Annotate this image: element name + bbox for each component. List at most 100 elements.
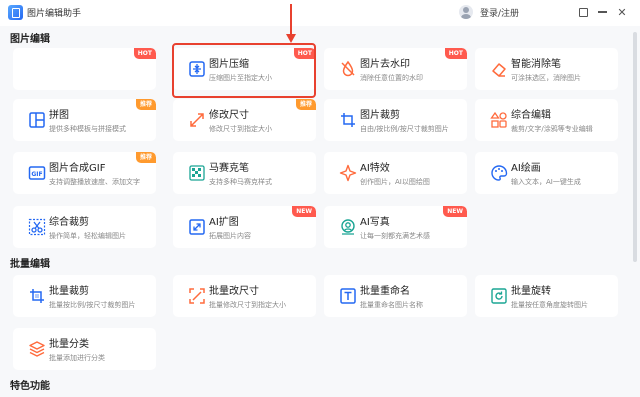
- card-blank[interactable]: HOT: [13, 48, 156, 90]
- login-link[interactable]: 登录/注册: [480, 6, 519, 19]
- scrollbar[interactable]: [633, 32, 637, 262]
- section-title-batch: 批量编辑: [10, 259, 50, 270]
- card-title: AI扩图: [209, 217, 239, 228]
- minimize-icon: [597, 11, 607, 13]
- card-batch-rename[interactable]: 批量重命名 批量重命名图片名称: [324, 275, 467, 317]
- card-title: 批量旋转: [511, 286, 551, 297]
- card-title: 综合裁剪: [49, 217, 89, 228]
- recommend-badge: 推荐: [135, 99, 156, 110]
- highlight-box: [172, 43, 316, 98]
- card-subtitle: 批量重命名图片名称: [360, 301, 423, 309]
- card-title: 马赛克笔: [209, 163, 249, 174]
- card-ai-expand[interactable]: AI扩图 拓展图片内容 NEW: [173, 206, 316, 248]
- shapes-icon: [489, 110, 509, 130]
- batch-resize-icon: [187, 286, 207, 306]
- card-subtitle: 裁剪/文字/涂鸦等专业编辑: [511, 125, 593, 133]
- hot-badge: HOT: [133, 48, 156, 59]
- card-subtitle: 创作图片，AI以图绘图: [360, 178, 430, 186]
- card-subtitle: 消除任意位置的水印: [360, 74, 423, 82]
- card-batch-resize[interactable]: 批量改尺寸 批量修改尺寸到指定大小: [173, 275, 316, 317]
- card-subtitle: 操作简单，轻松编辑图片: [49, 232, 126, 240]
- svg-text:GIF: GIF: [31, 171, 42, 178]
- card-title: 图片裁剪: [360, 110, 400, 121]
- app-logo-icon: [8, 5, 23, 20]
- mosaic-icon: [187, 163, 207, 183]
- card-title: AI绘画: [511, 163, 541, 174]
- card-subtitle: 批量按比例/按尺寸裁剪图片: [49, 301, 136, 309]
- rotate-icon: [489, 286, 509, 306]
- minimize-button[interactable]: [596, 6, 608, 18]
- card-title: 批量改尺寸: [209, 286, 259, 297]
- card-title: 批量裁剪: [49, 286, 89, 297]
- pointer-arrow-icon: [286, 4, 296, 43]
- card-title: 智能消除笔: [511, 59, 561, 70]
- card-subtitle: 提供多种模板与拼接模式: [49, 125, 126, 133]
- puzzle-grid-icon: [27, 110, 47, 130]
- app-window: 图片编辑助手 登录/注册 ✕ 图片编辑 HOT 图片压缩 压缩图片至指定大小 H…: [0, 0, 640, 397]
- restore-button[interactable]: [577, 6, 589, 18]
- card-image-crop[interactable]: 图片裁剪 自由/按比例/按尺寸裁剪图片: [324, 99, 467, 141]
- card-title: AI特效: [360, 163, 390, 174]
- crop-icon: [338, 110, 358, 130]
- layers-icon: [27, 339, 47, 359]
- card-resize[interactable]: 修改尺寸 修改尺寸到指定大小 推荐: [173, 99, 316, 141]
- card-batch-crop[interactable]: 批量裁剪 批量按比例/按尺寸裁剪图片: [13, 275, 156, 317]
- card-subtitle: 支持调整播放速度、添加文字: [49, 178, 140, 186]
- card-ai-painting[interactable]: AI绘画 输入文本，AI一键生成: [475, 152, 618, 194]
- card-subtitle: 批量修改尺寸到指定大小: [209, 301, 286, 309]
- card-smart-eraser[interactable]: 智能消除笔 可涂抹选区，消除图片: [475, 48, 618, 90]
- section-title-special: 特色功能: [10, 381, 50, 392]
- card-batch-rotate[interactable]: 批量旋转 批量按任意角度旋转图片: [475, 275, 618, 317]
- card-title: 图片合成GIF: [49, 163, 106, 174]
- card-composite-edit[interactable]: 综合编辑 裁剪/文字/涂鸦等专业编辑: [475, 99, 618, 141]
- portrait-icon: [338, 217, 358, 237]
- card-mosaic[interactable]: 马赛克笔 支持多种马赛克样式: [173, 152, 316, 194]
- recommend-badge: 推荐: [135, 152, 156, 163]
- recommend-badge: 推荐: [295, 99, 316, 110]
- card-ai-portrait[interactable]: AI写真 让每一刻都充满艺术感 NEW: [324, 206, 467, 248]
- restore-icon: [578, 7, 588, 17]
- card-title: AI写真: [360, 217, 390, 228]
- card-title: 批量重命名: [360, 286, 410, 297]
- card-title: 修改尺寸: [209, 110, 249, 121]
- close-button[interactable]: ✕: [616, 6, 628, 18]
- card-subtitle: 拓展图片内容: [209, 232, 251, 240]
- resize-icon: [187, 110, 207, 130]
- card-subtitle: 输入文本，AI一键生成: [511, 178, 581, 186]
- card-gif[interactable]: GIF 图片合成GIF 支持调整播放速度、添加文字 推荐: [13, 152, 156, 194]
- card-remove-watermark[interactable]: 图片去水印 消除任意位置的水印 HOT: [324, 48, 467, 90]
- eraser-icon: [489, 59, 509, 79]
- app-title: 图片编辑助手: [27, 9, 82, 19]
- card-subtitle: 支持多种马赛克样式: [209, 178, 272, 186]
- palette-icon: [489, 163, 509, 183]
- card-subtitle: 批量按任意角度旋转图片: [511, 301, 588, 309]
- watermark-drop-icon: [338, 59, 358, 79]
- card-subtitle: 可涂抹选区，消除图片: [511, 74, 581, 82]
- user-login[interactable]: 登录/注册: [459, 5, 519, 19]
- card-subtitle: 让每一刻都充满艺术感: [360, 232, 430, 240]
- expand-icon: [187, 217, 207, 237]
- new-badge: NEW: [292, 206, 316, 217]
- card-subtitle: 批量添加进行分类: [49, 354, 105, 362]
- title-bar: 图片编辑助手 登录/注册 ✕: [0, 0, 640, 26]
- sparkle-icon: [338, 163, 358, 183]
- card-title: 批量分类: [49, 339, 89, 350]
- card-composite-crop[interactable]: 综合裁剪 操作简单，轻松编辑图片: [13, 206, 156, 248]
- card-title: 拼图: [49, 110, 69, 121]
- card-subtitle: 自由/按比例/按尺寸裁剪图片: [360, 125, 449, 133]
- avatar-icon[interactable]: [459, 5, 473, 19]
- card-subtitle: 修改尺寸到指定大小: [209, 125, 272, 133]
- card-title: 综合编辑: [511, 110, 551, 121]
- batch-crop-icon: [27, 286, 47, 306]
- card-ai-effects[interactable]: AI特效 创作图片，AI以图绘图: [324, 152, 467, 194]
- close-icon: ✕: [617, 5, 627, 19]
- hot-badge: HOT: [444, 48, 467, 59]
- rename-text-icon: [338, 286, 358, 306]
- gif-icon: GIF: [27, 163, 47, 183]
- card-batch-classify[interactable]: 批量分类 批量添加进行分类: [13, 328, 156, 370]
- card-puzzle[interactable]: 拼图 提供多种模板与拼接模式 推荐: [13, 99, 156, 141]
- section-title-edit: 图片编辑: [10, 34, 50, 45]
- new-badge: NEW: [443, 206, 467, 217]
- scissors-icon: [27, 217, 47, 237]
- card-title: 图片去水印: [360, 59, 410, 70]
